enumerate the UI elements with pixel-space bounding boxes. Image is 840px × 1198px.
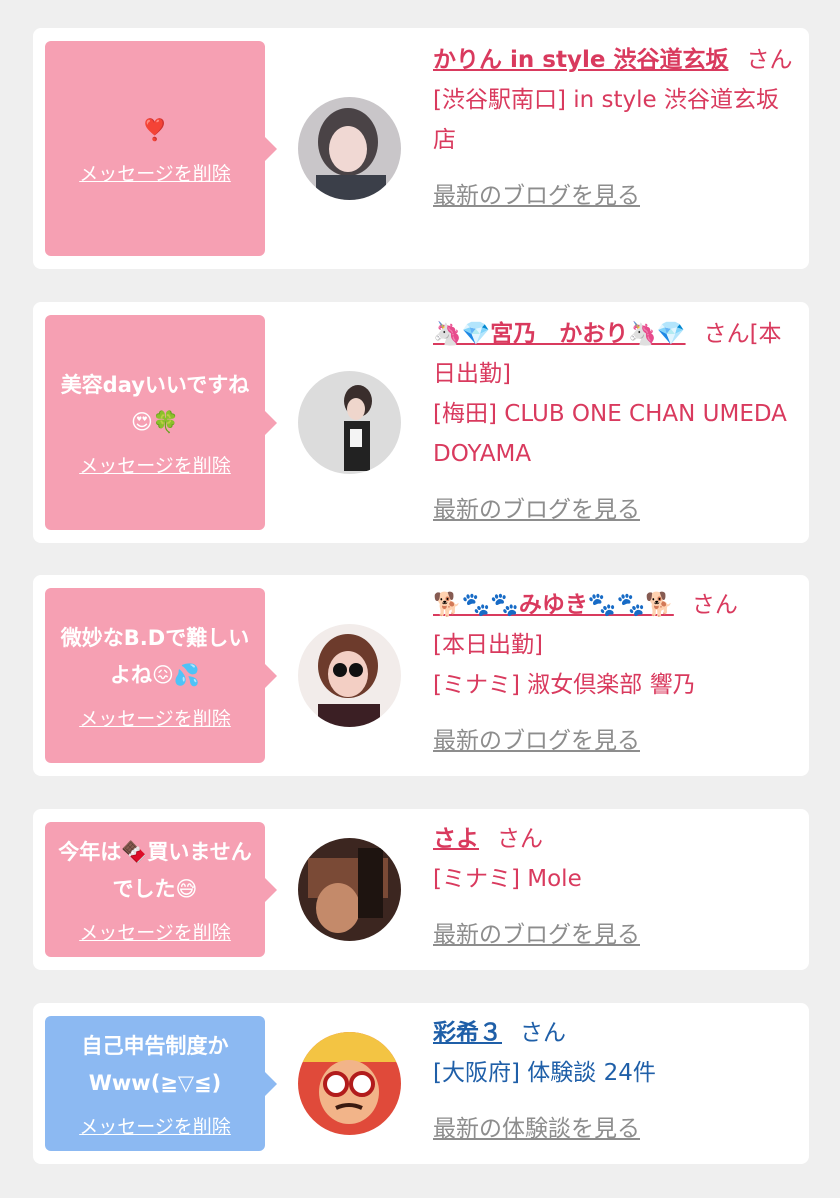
shop-info: [ミナミ] 淑女倶楽部 響乃 [433,672,696,698]
delete-message-link[interactable]: メッセージを削除 [79,918,231,945]
message-bubble: ❣️ メッセージを削除 [45,41,277,256]
cast-name-link[interactable]: 🦄💎宮乃 かおり🦄💎 [433,321,686,347]
message-text: 美容dayいいですね😍🍀 [60,373,250,434]
user-info: 彩希３ さん [大阪府] 体験談 24件 最新の体験談を見る [433,1013,793,1149]
delete-message-link[interactable]: メッセージを削除 [79,704,231,731]
cast-info: さよ さん [ミナミ] Mole 最新のブログを見る [433,819,793,955]
shop-info: [梅田] CLUB ONE CHAN UMEDA DOYAMA [433,401,787,467]
honorific: さん [746,47,793,73]
latest-blog-link[interactable]: 最新のブログを見る [433,176,793,216]
delete-message-link[interactable]: メッセージを削除 [79,451,231,478]
avatar[interactable] [298,371,401,474]
latest-blog-link[interactable]: 最新のブログを見る [433,915,793,955]
avatar-photo-icon [298,1032,401,1135]
message-card: 今年は🍫買いませんでした😅 メッセージを削除 さよ さん [ミナミ] Mole 最… [33,809,809,970]
honorific: さん [520,1020,566,1046]
cast-info: 🐕🐾🐾みゆき🐾🐾🐕 さん [本日出勤] [ミナミ] 淑女倶楽部 響乃 最新のブログ… [433,585,793,761]
cast-name-link[interactable]: さよ [433,826,479,852]
honorific: さん [703,321,750,347]
latest-blog-link[interactable]: 最新のブログを見る [433,721,793,761]
avatar[interactable] [298,838,401,941]
shop-info: [ミナミ] Mole [433,866,582,892]
message-card: 自己申告制度かWww(≧▽≦) メッセージを削除 彩希３ さん [大阪府] 体験談… [33,1003,809,1164]
avatar[interactable] [298,624,401,727]
message-card: 微妙なB.Dで難しいよね😖💦 メッセージを削除 🐕🐾🐾みゆき🐾🐾🐕 さん [本日出… [33,575,809,776]
latest-blog-link[interactable]: 最新のブログを見る [433,490,793,530]
message-text: 自己申告制度かWww(≧▽≦) [81,1034,229,1095]
honorific: さん [691,592,738,618]
honorific: さん [497,826,543,852]
cast-info: 🦄💎宮乃 かおり🦄💎 さん[本日出勤] [梅田] CLUB ONE CHAN UM… [433,314,793,530]
user-name-link[interactable]: 彩希３ [433,1020,502,1046]
message-bubble: 自己申告制度かWww(≧▽≦) メッセージを削除 [45,1016,277,1151]
shop-info: [渋谷駅南口] in style 渋谷道玄坂店 [433,87,779,153]
avatar[interactable] [298,97,401,200]
message-text: ❣️ [141,117,169,142]
message-bubble: 微妙なB.Dで難しいよね😖💦 メッセージを削除 [45,588,277,763]
message-card: 美容dayいいですね😍🍀 メッセージを削除 🦄💎宮乃 かおり🦄💎 さん[本日出勤]… [33,302,809,543]
review-info: [大阪府] 体験談 24件 [433,1060,656,1086]
avatar-photo-icon [298,371,401,474]
message-card: ❣️ メッセージを削除 かりん in style 渋谷道玄坂 さん [渋谷駅南口]… [33,28,809,269]
status-text: [本日出勤] [433,632,543,658]
delete-message-link[interactable]: メッセージを削除 [79,159,231,186]
avatar-photo-icon [298,624,401,727]
avatar-photo-icon [298,838,401,941]
message-bubble: 美容dayいいですね😍🍀 メッセージを削除 [45,315,277,530]
cast-name-link[interactable]: かりん in style 渋谷道玄坂 [433,47,728,73]
message-bubble: 今年は🍫買いませんでした😅 メッセージを削除 [45,822,277,957]
avatar[interactable] [298,1032,401,1135]
avatar-photo-icon [298,97,401,200]
message-text: 微妙なB.Dで難しいよね😖💦 [60,626,250,687]
latest-review-link[interactable]: 最新の体験談を見る [433,1109,793,1149]
message-text: 今年は🍫買いませんでした😅 [58,840,252,901]
delete-message-link[interactable]: メッセージを削除 [79,1112,231,1139]
cast-info: かりん in style 渋谷道玄坂 さん [渋谷駅南口] in style 渋谷… [433,40,793,216]
cast-name-link[interactable]: 🐕🐾🐾みゆき🐾🐾🐕 [433,592,674,618]
